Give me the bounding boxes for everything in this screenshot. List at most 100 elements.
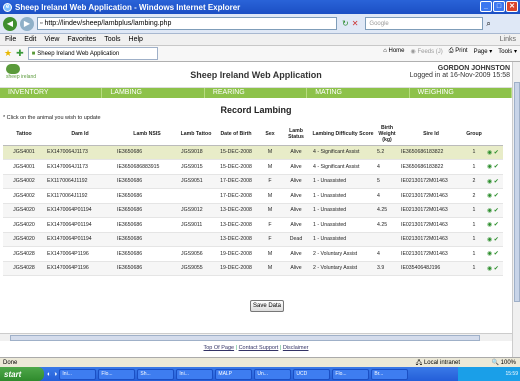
table-row[interactable]: JGS4028 EX1470064P1196 IE3650686 JGS9055 19-…: [3, 261, 503, 276]
home-button[interactable]: ⌂ Home: [383, 48, 404, 55]
taskbar-item[interactable]: Flo...: [332, 368, 370, 380]
menu-tools[interactable]: Tools: [104, 36, 120, 43]
table-cell: 4: [375, 159, 399, 175]
table-cell: 1 - Unassisted: [311, 203, 375, 218]
taskbar-item[interactable]: Sh...: [137, 368, 175, 380]
table-cell: M: [259, 203, 281, 218]
minimize-button[interactable]: _: [480, 1, 492, 12]
confirm-icon[interactable]: ✔: [494, 251, 499, 257]
page-content: sheep ireland Sheep Ireland Web Applicat…: [0, 62, 512, 357]
stop-icon[interactable]: ✕: [352, 19, 359, 28]
refresh-icon[interactable]: ↻: [342, 19, 349, 28]
disclaimer-link[interactable]: Disclaimer: [283, 345, 309, 351]
edit-icon[interactable]: ◉: [487, 150, 492, 156]
nav-mating[interactable]: MATING: [307, 88, 410, 98]
table-cell: Alive: [281, 145, 311, 160]
favorites-star-icon[interactable]: ★: [4, 48, 12, 59]
table-row[interactable]: JGS4002 EX1170064J1192 IE3650686 17-DEC-200…: [3, 188, 503, 204]
tools-button[interactable]: Tools ▾: [498, 48, 517, 55]
table-cell: 13-DEC-2008: [213, 217, 259, 233]
col-sex: Sex: [259, 123, 281, 146]
edit-icon[interactable]: ◉: [487, 266, 492, 272]
confirm-icon[interactable]: ✔: [494, 179, 499, 185]
table-row[interactable]: JGS4020 EX1470064P01194 IE3650686 JGS9011 13…: [3, 217, 503, 233]
top-of-page-link[interactable]: Top Of Page: [204, 345, 235, 351]
contact-support-link[interactable]: Contact Support: [239, 345, 279, 351]
search-icon[interactable]: ⌕: [486, 19, 490, 29]
confirm-icon[interactable]: ✔: [494, 266, 499, 272]
save-data-button[interactable]: Save Data: [250, 300, 284, 312]
confirm-icon[interactable]: ✔: [494, 222, 499, 228]
menu-help[interactable]: Help: [129, 36, 143, 43]
edit-icon[interactable]: ◉: [487, 222, 492, 228]
edit-icon[interactable]: ◉: [487, 164, 492, 170]
table-cell: IE03540648J196: [399, 261, 463, 276]
taskbar-item[interactable]: Br...: [371, 368, 409, 380]
taskbar-item[interactable]: Ini...: [176, 368, 214, 380]
taskbar-item[interactable]: UCD: [293, 368, 331, 380]
maximize-button[interactable]: □: [493, 1, 505, 12]
table-cell: 1: [463, 145, 485, 160]
table-cell: JGS4020: [3, 232, 45, 247]
links-label[interactable]: Links: [500, 36, 516, 43]
table-cell: 5: [375, 174, 399, 189]
confirm-icon[interactable]: ✔: [494, 237, 499, 243]
table-cell: Alive: [281, 261, 311, 276]
browser-window: e Sheep Ireland Web Application - Window…: [0, 0, 520, 381]
table-row[interactable]: JGS4001 EX1470064J1173 IE3650686883915 JGS9…: [3, 159, 503, 175]
table-cell: JGS9012: [179, 203, 213, 218]
horizontal-scrollbar[interactable]: [0, 333, 512, 341]
table-row[interactable]: JGS4002 EX1170064J1192 IE3650686 JGS9051 17-…: [3, 174, 503, 189]
table-cell: IE02130172M01463: [399, 232, 463, 247]
table-cell: EX1170064J1192: [45, 174, 115, 189]
close-button[interactable]: ✕: [506, 1, 518, 12]
taskbar-item[interactable]: Ini...: [59, 368, 97, 380]
add-favorite-icon[interactable]: ✚: [16, 48, 24, 59]
nav-lambing[interactable]: LAMBING: [102, 88, 205, 98]
edit-icon[interactable]: ◉: [487, 208, 492, 214]
table-cell: 1 - Unassisted: [311, 232, 375, 247]
page-button[interactable]: Page ▾: [474, 48, 493, 55]
system-tray: 15:59: [458, 367, 520, 381]
vertical-scrollbar[interactable]: [512, 62, 520, 357]
confirm-icon[interactable]: ✔: [494, 208, 499, 214]
confirm-icon[interactable]: ✔: [494, 164, 499, 170]
back-icon[interactable]: ◀: [3, 16, 17, 31]
nav-rearing[interactable]: REARING: [205, 88, 308, 98]
edit-icon[interactable]: ◉: [487, 251, 492, 257]
table-cell: Alive: [281, 159, 311, 175]
table-row[interactable]: JGS4028 EX1470064P1196 IE3650686 JGS9056 19-…: [3, 246, 503, 262]
start-button[interactable]: start: [0, 367, 44, 381]
table-cell: JGS4028: [3, 246, 45, 262]
print-button[interactable]: ⎙ Print: [449, 48, 468, 55]
table-row[interactable]: JGS4001 EX1470064J1173 IE3650686 JGS9018 15-…: [3, 145, 503, 160]
table-cell: 1: [463, 203, 485, 218]
zoom-level[interactable]: 🔍 100%: [492, 359, 517, 366]
url-input[interactable]: ▫ http://lindev/sheep/lambplus/lambing.p…: [37, 17, 337, 30]
feeds-button[interactable]: ◉ Feeds (J): [411, 48, 443, 55]
favorites-bar: ★ ✚ ■ Sheep Ireland Web Application ⌂ Ho…: [0, 46, 520, 62]
quicklaunch-icons[interactable]: ◐ ◑: [47, 371, 57, 378]
edit-icon[interactable]: ◉: [487, 179, 492, 185]
table-cell: IE3650686: [115, 188, 179, 204]
browser-tab[interactable]: ■ Sheep Ireland Web Application: [27, 47, 158, 60]
confirm-icon[interactable]: ✔: [494, 150, 499, 156]
menu-file[interactable]: File: [5, 36, 16, 43]
table-cell: IE02130172M01463: [399, 246, 463, 262]
nav-weighing[interactable]: WEIGHING: [410, 88, 512, 98]
forward-icon[interactable]: ▶: [20, 16, 34, 31]
table-row[interactable]: JGS4020 EX1470064P01194 IE3650686 13-DEC-20…: [3, 232, 503, 247]
taskbar-item[interactable]: MALP: [215, 368, 253, 380]
security-zone: 🖧 Local intranet: [415, 359, 460, 366]
menu-view[interactable]: View: [44, 36, 59, 43]
table-row[interactable]: JGS4020 EX1470064P01194 IE3650686 JGS9012 13…: [3, 203, 503, 218]
taskbar-item[interactable]: Un...: [254, 368, 292, 380]
menu-edit[interactable]: Edit: [24, 36, 36, 43]
taskbar-item[interactable]: Flo...: [98, 368, 136, 380]
confirm-icon[interactable]: ✔: [494, 193, 499, 199]
nav-inventory[interactable]: INVENTORY: [0, 88, 103, 98]
edit-icon[interactable]: ◉: [487, 237, 492, 243]
search-input[interactable]: Google: [365, 17, 484, 30]
menu-favorites[interactable]: Favorites: [67, 36, 96, 43]
edit-icon[interactable]: ◉: [487, 193, 492, 199]
